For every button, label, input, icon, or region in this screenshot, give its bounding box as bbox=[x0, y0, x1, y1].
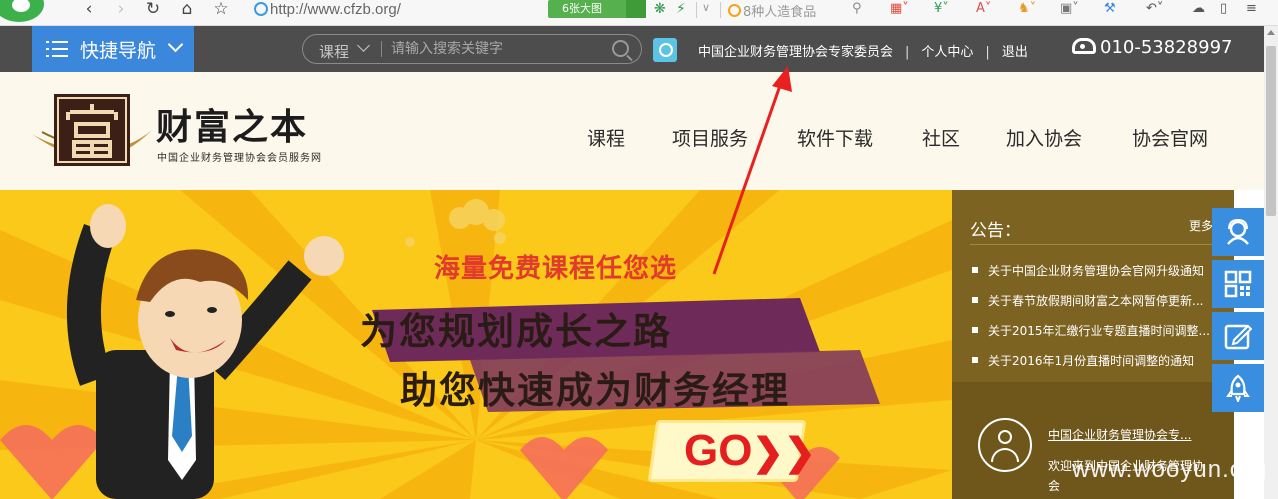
search-category[interactable]: 课程 bbox=[319, 41, 349, 62]
chevron-down-icon[interactable] bbox=[357, 39, 370, 52]
search-engine-icon bbox=[728, 4, 741, 17]
nav-item-official-site[interactable]: 协会官网 bbox=[1132, 124, 1208, 151]
address-bar[interactable]: http://www.cfzb.org/ 6张大图 ❋ ⚡ ∨ 8种人造食品 ⚲ bbox=[248, 0, 874, 20]
search-input[interactable] bbox=[391, 38, 607, 60]
bolt-icon[interactable]: ⚡ bbox=[676, 1, 686, 17]
banner-headline-2: 为您规划成长之路 bbox=[360, 310, 672, 353]
banner-headline-3: 助您快速成为财务经理 bbox=[400, 369, 790, 412]
annotation-arrow bbox=[712, 66, 792, 275]
site-header: 财富之本 中国企业财务管理协会会员服务网 课程 项目服务 软件下载 社区 加入协… bbox=[0, 72, 1264, 190]
undo-icon[interactable]: ↶˅ bbox=[1146, 0, 1163, 20]
notice-item[interactable]: 关于2016年1月份直播时间调整的通知 bbox=[972, 352, 1210, 382]
rocket-icon bbox=[1226, 374, 1250, 402]
list-icon bbox=[46, 39, 68, 59]
phone-sync-icon[interactable]: ▯ bbox=[1220, 0, 1227, 20]
customer-service-button[interactable] bbox=[1212, 208, 1264, 256]
hero-banner[interactable]: 海量免费课程任您选 为您规划成长之路 助您快速成为财务经理 GO ❯❯ bbox=[0, 190, 952, 499]
search-suggestion[interactable]: 8种人造食品 bbox=[728, 1, 816, 20]
scrollbar-thumb[interactable] bbox=[1266, 46, 1276, 216]
home-icon[interactable]: ⌂ bbox=[176, 0, 198, 22]
brand-subtitle: 中国企业财务管理协会会员服务网 bbox=[157, 153, 322, 164]
search-icon[interactable] bbox=[612, 40, 629, 57]
url-text[interactable]: http://www.cfzb.org/ bbox=[270, 1, 401, 18]
cloud-sync-icon[interactable]: ☁ bbox=[1192, 0, 1205, 20]
qr-code-icon bbox=[1224, 270, 1252, 298]
edit-icon bbox=[1224, 324, 1252, 350]
globe-icon bbox=[254, 2, 268, 16]
nav-item-software-download[interactable]: 软件下载 bbox=[797, 124, 873, 151]
search-icon[interactable]: ⚲ bbox=[852, 1, 862, 16]
forward-icon[interactable]: › bbox=[110, 0, 132, 22]
screenshot-icon[interactable]: ▣˅ bbox=[1060, 0, 1079, 20]
user-avatar-icon[interactable] bbox=[653, 38, 677, 62]
main-nav: 课程 项目服务 软件下载 社区 加入协会 协会官网 bbox=[0, 124, 1264, 150]
notice-item[interactable]: 关于春节放假期间财富之本网暂停更新... bbox=[972, 292, 1210, 322]
expert-committee-link[interactable]: 中国企业财务管理协会专家委员会 bbox=[698, 41, 893, 60]
watermark: www.wooyun.org bbox=[1072, 456, 1268, 483]
customer-service-icon bbox=[1227, 218, 1249, 245]
browser-logo-icon bbox=[0, 0, 44, 22]
double-chevron-right-icon: ❯❯ bbox=[752, 432, 816, 474]
notice-list: 关于中国企业财务管理协会官网升级通知 关于春节放假期间财富之本网暂停更新... … bbox=[972, 262, 1210, 382]
notice-item[interactable]: 关于中国企业财务管理协会官网升级通知 bbox=[972, 262, 1210, 292]
tools-icon[interactable]: ⚒ bbox=[1104, 0, 1116, 20]
translate-icon[interactable]: A˅ bbox=[976, 0, 991, 20]
org-link[interactable]: 中国企业财务管理协会专... bbox=[1048, 426, 1191, 443]
logout-link[interactable]: 退出 bbox=[1002, 41, 1028, 60]
notice-more-link[interactable]: 更多 bbox=[1189, 217, 1213, 234]
notice-item[interactable]: 关于2015年汇缴行业专题直播时间调整... bbox=[972, 322, 1210, 352]
menu-icon[interactable]: ≡ bbox=[1246, 0, 1257, 20]
back-to-top-button[interactable] bbox=[1212, 364, 1264, 412]
quick-nav-button[interactable]: 快捷导航 bbox=[32, 26, 194, 72]
ext-icon[interactable]: ❋ bbox=[654, 1, 666, 17]
large-images-button[interactable]: 6张大图 bbox=[548, 0, 646, 18]
quick-nav-label: 快捷导航 bbox=[80, 40, 157, 62]
user-avatar-icon[interactable] bbox=[978, 418, 1032, 472]
chevron-down-icon bbox=[167, 36, 184, 53]
star-icon[interactable]: ☆ bbox=[210, 0, 232, 22]
cloud-icon bbox=[626, 0, 646, 18]
nav-item-courses[interactable]: 课程 bbox=[587, 124, 625, 151]
refresh-icon[interactable]: ↻ bbox=[142, 0, 164, 22]
scroll-up-icon[interactable] bbox=[1267, 30, 1275, 35]
apps-icon[interactable]: ▦˅ bbox=[890, 0, 909, 20]
notice-title: 公告： bbox=[970, 221, 1021, 241]
notice-panel: 公告： 更多 关于中国企业财务管理协会官网升级通知 关于春节放假期间财富之本网暂… bbox=[952, 190, 1234, 499]
banner-headline-1: 海量免费课程任您选 bbox=[434, 254, 678, 284]
nav-item-community[interactable]: 社区 bbox=[922, 124, 960, 151]
site-top-bar: 快捷导航 课程 中国企业财务管理协会专家委员会|个人中心|退出 010-5382… bbox=[0, 26, 1264, 72]
nav-item-join[interactable]: 加入协会 bbox=[1006, 124, 1082, 151]
personal-center-link[interactable]: 个人中心 bbox=[921, 41, 973, 60]
games-icon[interactable]: ♞˅ bbox=[1018, 0, 1036, 20]
go-label[interactable]: GO bbox=[684, 426, 752, 476]
money-icon[interactable]: ¥˅ bbox=[934, 0, 949, 20]
edit-button[interactable] bbox=[1212, 312, 1264, 360]
browser-toolbar: ‹ › ↻ ⌂ ☆ http://www.cfzb.org/ 6张大图 ❋ ⚡ … bbox=[0, 0, 1278, 26]
phone-number: 010-53828997 bbox=[1072, 37, 1232, 58]
chevron-down-icon[interactable]: ∨ bbox=[702, 1, 710, 14]
back-icon[interactable]: ‹ bbox=[78, 0, 100, 22]
qr-code-button[interactable] bbox=[1212, 260, 1264, 308]
top-links: 中国企业财务管理协会专家委员会 | 个人中心 | 退出 bbox=[698, 41, 1028, 60]
phone-icon bbox=[1072, 38, 1096, 54]
page-scrollbar[interactable] bbox=[1264, 26, 1278, 499]
site-search: 课程 bbox=[302, 34, 642, 64]
